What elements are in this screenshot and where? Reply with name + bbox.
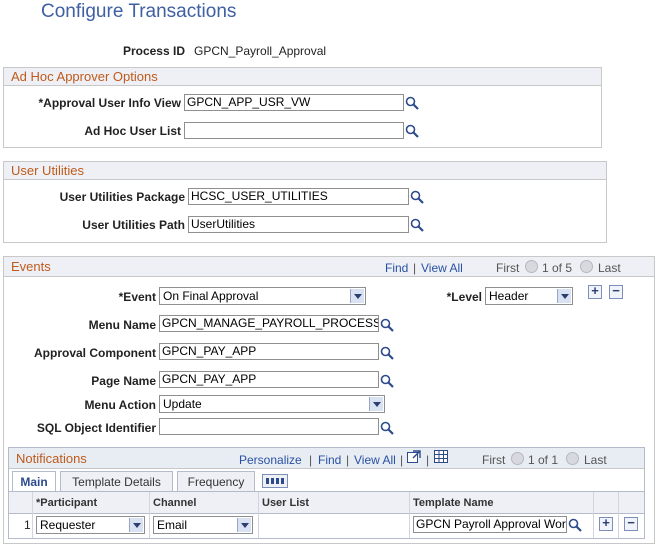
- dropdown-arrow-icon: [350, 289, 364, 303]
- add-row-icon[interactable]: +: [599, 515, 613, 531]
- tab-template-details[interactable]: Template Details: [60, 471, 173, 491]
- menu-name-input[interactable]: GPCN_MANAGE_PAYROLL_PROCESS: [159, 315, 379, 332]
- events-view-all-link[interactable]: View All: [421, 261, 463, 275]
- delete-row-icon[interactable]: −: [624, 515, 638, 531]
- level-label: *Level: [446, 290, 482, 304]
- dropdown-arrow-icon: [129, 518, 143, 532]
- notifications-first-label[interactable]: First: [482, 453, 505, 467]
- page-name-label: Page Name: [91, 374, 156, 388]
- process-id-value: GPCN_Payroll_Approval: [194, 44, 327, 58]
- events-find-link[interactable]: Find: [385, 261, 408, 275]
- lookup-icon[interactable]: [405, 96, 419, 110]
- page-name-input[interactable]: GPCN_PAY_APP: [159, 371, 379, 388]
- page-title: Configure Transactions: [41, 1, 237, 22]
- level-select-value: Header: [489, 289, 529, 303]
- notifications-find-link[interactable]: Find: [318, 453, 341, 467]
- lookup-icon[interactable]: [380, 318, 394, 332]
- notif-separator-1: |: [309, 453, 313, 467]
- event-select-value: On Final Approval: [163, 289, 259, 303]
- sql-object-identifier-input[interactable]: [159, 418, 379, 435]
- approval-user-info-view-label: *Approval User Info View: [38, 96, 181, 110]
- sql-object-identifier-label: SQL Object Identifier: [36, 421, 156, 435]
- participant-select[interactable]: Requester: [36, 516, 145, 534]
- menu-name-label: Menu Name: [88, 318, 156, 332]
- notif-separator-2: |: [346, 453, 350, 467]
- notifications-counter: 1 of 1: [528, 453, 559, 467]
- events-separator: |: [413, 261, 417, 275]
- menu-action-label: Menu Action: [84, 398, 156, 412]
- column-header-template-name: Template Name: [413, 497, 494, 509]
- add-row-icon[interactable]: +: [588, 283, 602, 299]
- column-header-channel: Channel: [153, 497, 197, 509]
- channel-select-value: Email: [157, 518, 188, 532]
- lookup-icon[interactable]: [568, 518, 582, 532]
- dropdown-arrow-icon: [557, 289, 571, 303]
- previous-arrow-icon[interactable]: [525, 260, 538, 273]
- channel-select[interactable]: Email: [153, 516, 253, 534]
- approval-component-input[interactable]: GPCN_PAY_APP: [159, 343, 379, 360]
- level-select[interactable]: Header: [485, 287, 573, 305]
- notifications-view-all-link[interactable]: View All: [354, 453, 396, 467]
- events-first-label[interactable]: First: [496, 261, 519, 275]
- user-utilities-path-input[interactable]: UserUtilities: [188, 216, 409, 233]
- previous-arrow-icon[interactable]: [511, 452, 524, 465]
- lookup-icon[interactable]: [380, 346, 394, 360]
- next-arrow-icon[interactable]: [580, 260, 593, 273]
- tab-frequency[interactable]: Frequency: [177, 471, 255, 491]
- ad-hoc-user-list-label: Ad Hoc User List: [84, 124, 181, 138]
- ad-hoc-section-title: Ad Hoc Approver Options: [4, 68, 601, 86]
- approval-user-info-view-input[interactable]: GPCN_APP_USR_VW: [184, 94, 404, 111]
- user-utilities-package-input[interactable]: HCSC_USER_UTILITIES: [188, 188, 409, 205]
- events-counter: 1 of 5: [542, 261, 573, 275]
- show-all-columns-icon[interactable]: [262, 474, 288, 488]
- notifications-last-label[interactable]: Last: [584, 453, 607, 467]
- lookup-icon[interactable]: [405, 124, 419, 138]
- table-row: 1 Requester Email GPCN Payroll Approval …: [9, 514, 644, 537]
- user-utilities-path-label: User Utilities Path: [82, 218, 185, 232]
- event-select[interactable]: On Final Approval: [159, 287, 366, 305]
- ad-hoc-user-list-input[interactable]: [184, 122, 404, 139]
- next-arrow-icon[interactable]: [566, 452, 579, 465]
- process-id-label: Process ID: [122, 44, 185, 58]
- lookup-icon[interactable]: [410, 190, 424, 204]
- menu-action-select-value: Update: [163, 397, 202, 411]
- column-header-participant: *Participant: [36, 497, 98, 509]
- user-utilities-package-label: User Utilities Package: [59, 190, 185, 204]
- dropdown-arrow-icon: [237, 518, 251, 532]
- lookup-icon[interactable]: [380, 421, 394, 435]
- events-last-label[interactable]: Last: [598, 261, 621, 275]
- menu-action-select[interactable]: Update: [159, 395, 385, 413]
- delete-row-icon[interactable]: −: [609, 283, 623, 299]
- notif-separator-3: |: [400, 453, 404, 467]
- new-window-icon[interactable]: [407, 450, 421, 463]
- column-header-user-list: User List: [262, 497, 310, 509]
- row-number: 1: [24, 518, 31, 532]
- grid-header-row: [9, 492, 644, 514]
- notif-separator-4: |: [426, 453, 430, 467]
- personalize-link[interactable]: Personalize: [239, 453, 302, 467]
- template-name-input[interactable]: GPCN Payroll Approval Work: [413, 516, 567, 533]
- lookup-icon[interactable]: [410, 218, 424, 232]
- user-utilities-section-title: User Utilities: [4, 162, 606, 180]
- download-grid-icon[interactable]: [434, 450, 448, 463]
- dropdown-arrow-icon: [369, 397, 383, 411]
- lookup-icon[interactable]: [380, 374, 394, 388]
- tab-main[interactable]: Main: [12, 471, 56, 491]
- participant-select-value: Requester: [40, 518, 96, 532]
- approval-component-label: Approval Component: [34, 346, 156, 360]
- event-label: *Event: [118, 290, 156, 304]
